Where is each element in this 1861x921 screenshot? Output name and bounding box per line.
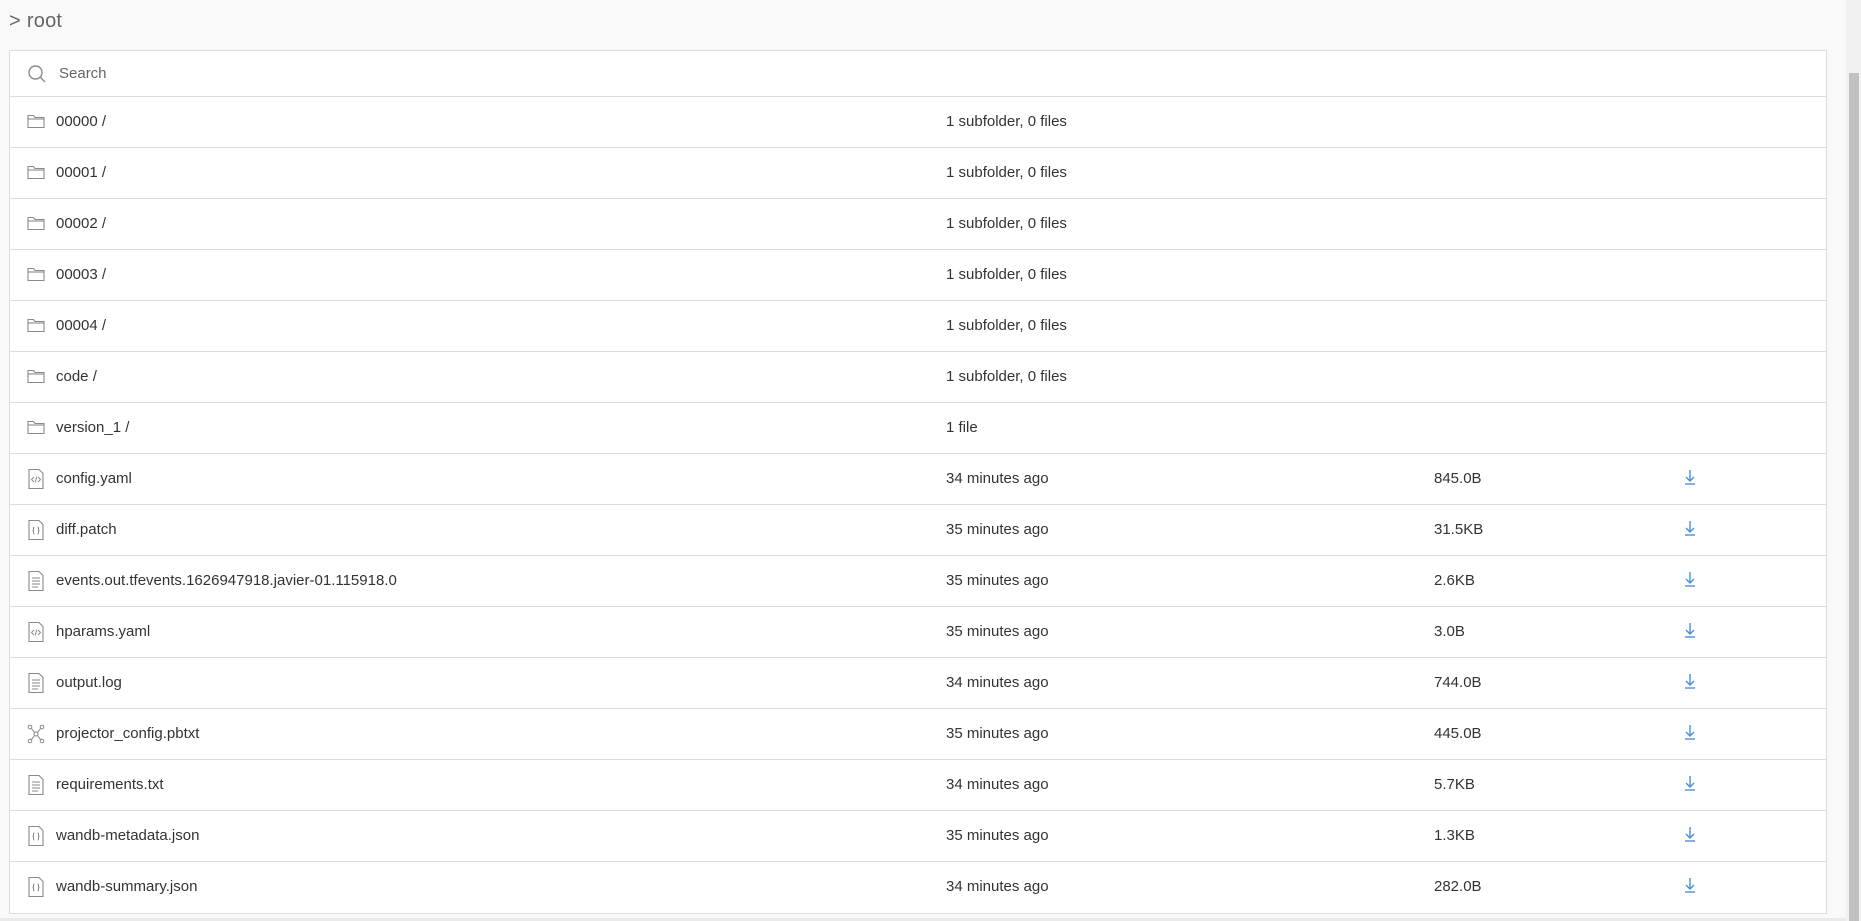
- file-name[interactable]: requirements.txt: [56, 776, 164, 793]
- file-size: 31.5KB: [1434, 521, 1484, 538]
- file-size: 445.0B: [1434, 725, 1482, 742]
- graph-file-icon: [26, 723, 46, 745]
- file-list: 00000 / 1 subfolder, 0 files 00001 / 1 subf…: [10, 97, 1826, 913]
- file-size: 3.0B: [1434, 623, 1465, 640]
- download-icon[interactable]: [1681, 518, 1699, 540]
- folder-name[interactable]: code /: [56, 368, 97, 385]
- folder-icon: [26, 213, 46, 235]
- file-size: 2.6KB: [1434, 572, 1475, 589]
- folder-contents: 1 subfolder, 0 files: [946, 164, 1067, 181]
- text-file-icon: [26, 672, 46, 694]
- text-file-icon: [26, 774, 46, 796]
- folder-icon: [26, 264, 46, 286]
- download-icon[interactable]: [1681, 824, 1699, 846]
- file-name[interactable]: hparams.yaml: [56, 623, 150, 640]
- file-row[interactable]: wandb-metadata.json 35 minutes ago 1.3KB: [10, 811, 1826, 862]
- folder-row[interactable]: version_1 / 1 file: [10, 403, 1826, 454]
- file-size: 845.0B: [1434, 470, 1482, 487]
- breadcrumb-separator: >: [9, 10, 21, 32]
- folder-icon: [26, 162, 46, 184]
- download-icon[interactable]: [1681, 569, 1699, 591]
- folder-contents: 1 subfolder, 0 files: [946, 368, 1067, 385]
- file-modified: 35 minutes ago: [946, 725, 1049, 742]
- search-icon: [27, 63, 49, 85]
- file-name[interactable]: output.log: [56, 674, 122, 691]
- folder-row[interactable]: 00001 / 1 subfolder, 0 files: [10, 148, 1826, 199]
- file-row[interactable]: events.out.tfevents.1626947918.javier-01…: [10, 556, 1826, 607]
- json-file-icon: [26, 876, 46, 898]
- folder-name[interactable]: 00004 /: [56, 317, 106, 334]
- file-name[interactable]: projector_config.pbtxt: [56, 725, 199, 742]
- file-modified: 34 minutes ago: [946, 878, 1049, 895]
- folder-name[interactable]: 00002 /: [56, 215, 106, 232]
- file-modified: 35 minutes ago: [946, 572, 1049, 589]
- folder-row[interactable]: code / 1 subfolder, 0 files: [10, 352, 1826, 403]
- file-size: 282.0B: [1434, 878, 1482, 895]
- folder-name[interactable]: 00001 /: [56, 164, 106, 181]
- folder-contents: 1 subfolder, 0 files: [946, 113, 1067, 130]
- download-icon[interactable]: [1681, 773, 1699, 795]
- file-modified: 35 minutes ago: [946, 521, 1049, 538]
- file-row[interactable]: hparams.yaml 35 minutes ago 3.0B: [10, 607, 1826, 658]
- breadcrumb-root[interactable]: root: [27, 10, 62, 32]
- file-name[interactable]: wandb-summary.json: [56, 878, 197, 895]
- folder-row[interactable]: 00002 / 1 subfolder, 0 files: [10, 199, 1826, 250]
- download-icon[interactable]: [1681, 620, 1699, 642]
- code-file-icon: [26, 621, 46, 643]
- text-file-icon: [26, 570, 46, 592]
- file-name[interactable]: wandb-metadata.json: [56, 827, 199, 844]
- json-file-icon: [26, 519, 46, 541]
- file-browser: 00000 / 1 subfolder, 0 files 00001 / 1 subf…: [9, 50, 1827, 914]
- folder-contents: 1 subfolder, 0 files: [946, 317, 1067, 334]
- folder-name[interactable]: 00003 /: [56, 266, 106, 283]
- search-bar: [10, 51, 1826, 97]
- folder-icon: [26, 366, 46, 388]
- folder-contents: 1 subfolder, 0 files: [946, 266, 1067, 283]
- file-name[interactable]: diff.patch: [56, 521, 117, 538]
- scrollbar[interactable]: [1846, 0, 1861, 921]
- file-modified: 35 minutes ago: [946, 623, 1049, 640]
- breadcrumb: > root: [9, 10, 62, 33]
- folder-row[interactable]: 00004 / 1 subfolder, 0 files: [10, 301, 1826, 352]
- file-modified: 34 minutes ago: [946, 674, 1049, 691]
- file-size: 5.7KB: [1434, 776, 1475, 793]
- folder-row[interactable]: 00000 / 1 subfolder, 0 files: [10, 97, 1826, 148]
- file-row[interactable]: diff.patch 35 minutes ago 31.5KB: [10, 505, 1826, 556]
- file-name[interactable]: events.out.tfevents.1626947918.javier-01…: [56, 572, 397, 589]
- folder-contents: 1 subfolder, 0 files: [946, 215, 1067, 232]
- file-size: 744.0B: [1434, 674, 1482, 691]
- json-file-icon: [26, 825, 46, 847]
- download-icon[interactable]: [1681, 671, 1699, 693]
- folder-row[interactable]: 00003 / 1 subfolder, 0 files: [10, 250, 1826, 301]
- folder-name[interactable]: version_1 /: [56, 419, 129, 436]
- folder-icon: [26, 111, 46, 133]
- file-row[interactable]: wandb-summary.json 34 minutes ago 282.0B: [10, 862, 1826, 913]
- folder-icon: [26, 315, 46, 337]
- file-row[interactable]: requirements.txt 34 minutes ago 5.7KB: [10, 760, 1826, 811]
- download-icon[interactable]: [1681, 467, 1699, 489]
- file-modified: 34 minutes ago: [946, 470, 1049, 487]
- file-size: 1.3KB: [1434, 827, 1475, 844]
- code-file-icon: [26, 468, 46, 490]
- file-row[interactable]: projector_config.pbtxt 35 minutes ago 445.…: [10, 709, 1826, 760]
- file-name[interactable]: config.yaml: [56, 470, 132, 487]
- folder-contents: 1 file: [946, 419, 978, 436]
- file-modified: 35 minutes ago: [946, 827, 1049, 844]
- folder-name[interactable]: 00000 /: [56, 113, 106, 130]
- file-row[interactable]: config.yaml 34 minutes ago 845.0B: [10, 454, 1826, 505]
- folder-icon: [26, 417, 46, 439]
- download-icon[interactable]: [1681, 722, 1699, 744]
- file-row[interactable]: output.log 34 minutes ago 744.0B: [10, 658, 1826, 709]
- scrollbar-thumb[interactable]: [1849, 73, 1859, 921]
- search-input[interactable]: [57, 64, 961, 83]
- download-icon[interactable]: [1681, 875, 1699, 897]
- file-modified: 34 minutes ago: [946, 776, 1049, 793]
